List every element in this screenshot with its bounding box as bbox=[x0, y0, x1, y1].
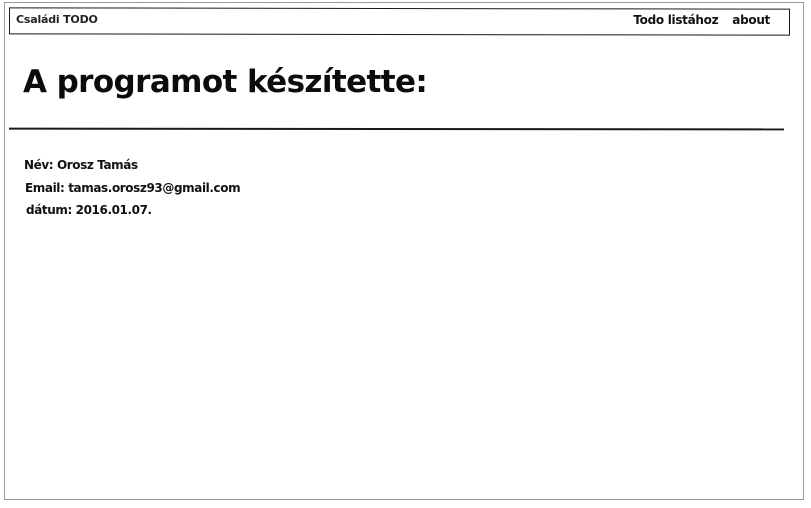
author-info: Név: Orosz Tamás Email: tamas.orosz93@gm… bbox=[24, 154, 241, 222]
page-title: A programot készítette: bbox=[23, 64, 428, 100]
nav-links: Todo listához about bbox=[633, 13, 770, 27]
nav-link-todo-list[interactable]: Todo listához bbox=[633, 13, 718, 27]
author-name: Név: Orosz Tamás bbox=[24, 158, 138, 172]
author-date: dátum: 2016.01.07. bbox=[26, 203, 152, 217]
brand-link[interactable]: Családi TODO bbox=[16, 13, 98, 26]
author-email: Email: tamas.orosz93@gmail.com bbox=[25, 180, 241, 195]
nav-link-about[interactable]: about bbox=[732, 13, 770, 27]
